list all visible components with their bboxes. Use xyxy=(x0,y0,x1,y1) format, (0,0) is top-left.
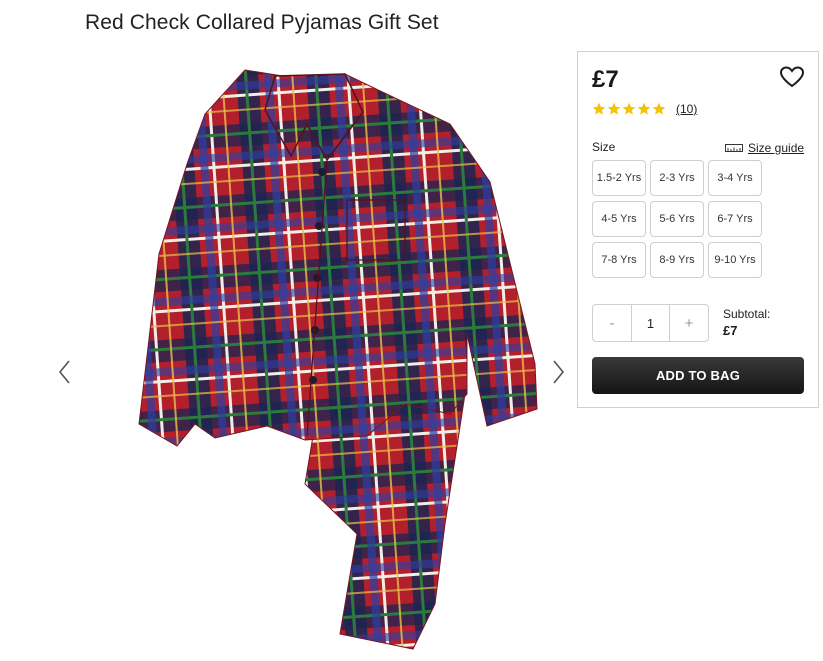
star-icon xyxy=(622,102,636,115)
star-icon xyxy=(592,102,606,115)
gallery-next-button[interactable] xyxy=(548,358,568,386)
subtotal-value: £7 xyxy=(723,323,738,338)
size-option[interactable]: 4-5 Yrs xyxy=(592,201,646,237)
quantity-input[interactable]: 1 xyxy=(631,305,670,341)
heart-icon[interactable] xyxy=(779,65,805,89)
add-to-bag-button[interactable]: ADD TO BAG xyxy=(592,357,804,394)
size-label: Size xyxy=(592,140,616,154)
size-option[interactable]: 3-4 Yrs xyxy=(708,160,762,196)
size-option[interactable]: 8-9 Yrs xyxy=(650,242,704,278)
purchase-panel: £7 (10) Size Size guide 1.5-2 Yrs 2-3 Yr… xyxy=(577,51,819,408)
size-guide-label: Size guide xyxy=(748,141,805,155)
size-options: 1.5-2 Yrs 2-3 Yrs 3-4 Yrs 4-5 Yrs 5-6 Yr… xyxy=(592,160,762,278)
quantity-decrease-button[interactable]: - xyxy=(593,305,631,341)
gallery-prev-button[interactable] xyxy=(55,358,75,386)
product-gallery xyxy=(50,60,575,660)
price: £7 xyxy=(592,66,619,93)
quantity-increase-button[interactable]: + xyxy=(670,305,708,341)
product-title: Red Check Collared Pyjamas Gift Set xyxy=(85,11,439,34)
size-option[interactable]: 9-10 Yrs xyxy=(708,242,762,278)
star-icon xyxy=(637,102,651,115)
size-option[interactable]: 1.5-2 Yrs xyxy=(592,160,646,196)
size-option[interactable]: 5-6 Yrs xyxy=(650,201,704,237)
review-count-link[interactable]: (10) xyxy=(676,102,697,116)
rating-stars xyxy=(592,102,666,116)
star-icon xyxy=(607,102,621,115)
star-icon xyxy=(652,102,666,115)
ruler-icon xyxy=(725,144,743,152)
subtotal-label: Subtotal: xyxy=(723,307,771,321)
size-option[interactable]: 6-7 Yrs xyxy=(708,201,762,237)
size-option[interactable]: 7-8 Yrs xyxy=(592,242,646,278)
chevron-right-icon xyxy=(553,360,565,384)
size-guide-link[interactable]: Size guide xyxy=(725,141,804,155)
plaid-pyjamas-image xyxy=(138,69,538,650)
chevron-left-icon xyxy=(58,360,70,384)
size-option[interactable]: 2-3 Yrs xyxy=(650,160,704,196)
quantity-stepper: - 1 + xyxy=(592,304,709,342)
